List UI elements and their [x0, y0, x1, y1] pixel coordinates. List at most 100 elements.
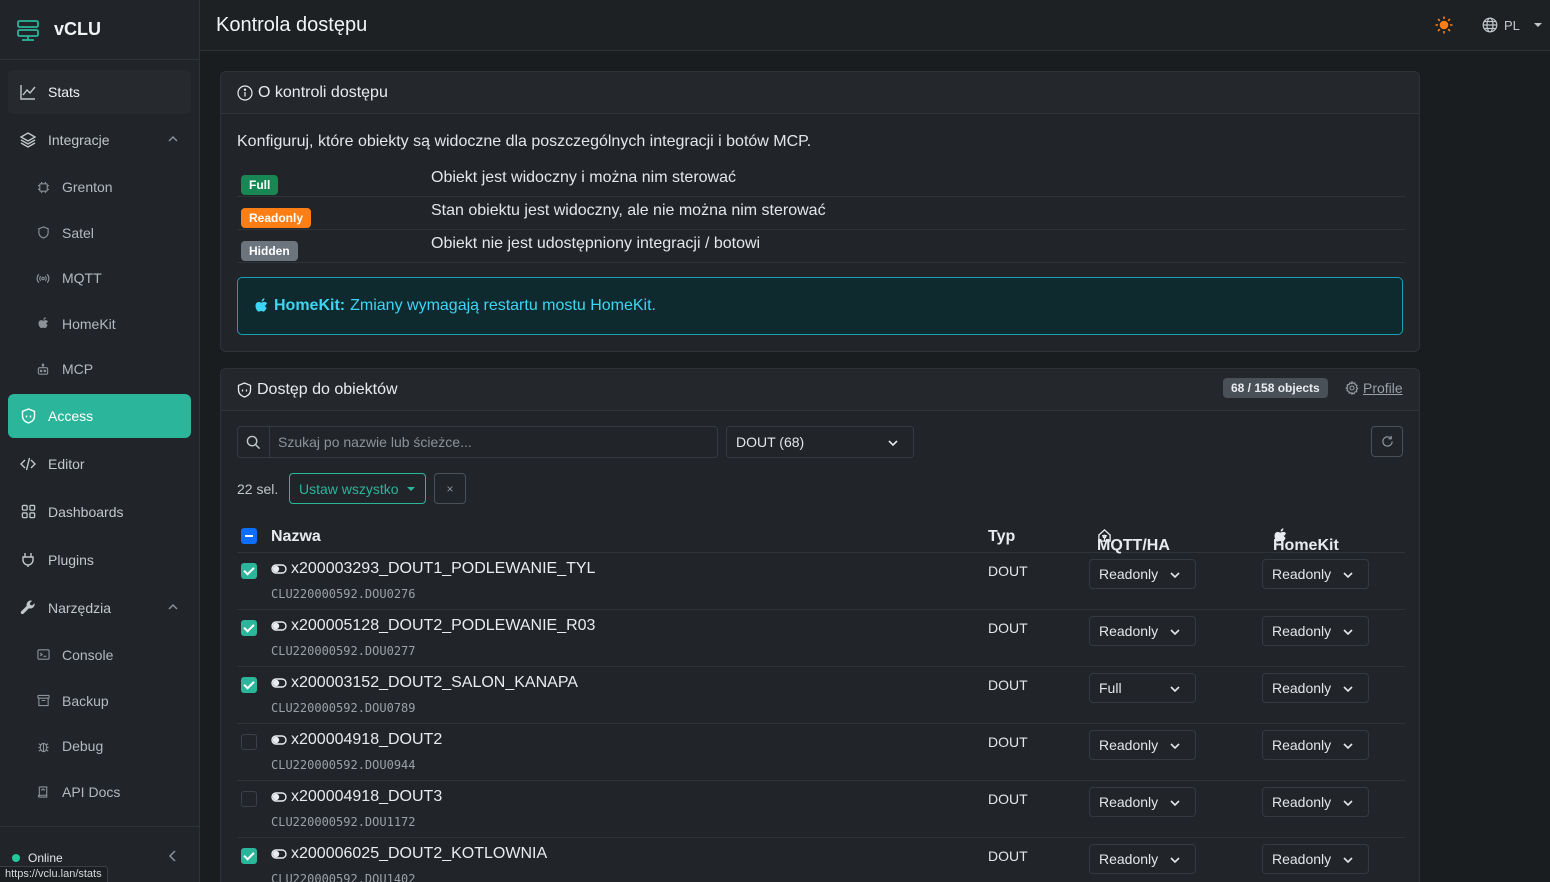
- select-all-checkbox[interactable]: [241, 528, 257, 544]
- homekit-access-select[interactable]: Readonly: [1262, 730, 1369, 760]
- sidebar-item-editor[interactable]: Editor: [8, 442, 191, 486]
- object-name: x200003293_DOUT1_PODLEWANIE_TYL: [271, 560, 595, 578]
- column-header-homekit: HomeKit: [1273, 528, 1339, 554]
- homekit-access-select[interactable]: Readonly: [1262, 559, 1369, 589]
- table-header: Nazwa Typ MQTT/HA HomeKit: [237, 519, 1405, 554]
- chart-line-icon: [20, 84, 36, 100]
- homekit-access-select[interactable]: Readonly: [1262, 616, 1369, 646]
- sun-icon[interactable]: [1434, 15, 1454, 35]
- sidebar-item-label: MQTT: [62, 270, 102, 287]
- column-header-type: Typ: [988, 528, 1016, 545]
- homekit-access-select[interactable]: Readonly: [1262, 673, 1369, 703]
- bug-icon: [36, 739, 50, 753]
- mqtt-access-select[interactable]: Readonly: [1089, 844, 1196, 874]
- object-type: DOUT: [988, 734, 1028, 750]
- sidebar-item-label: Plugins: [48, 551, 94, 568]
- sidebar-item-label: Narzędzia: [48, 599, 112, 616]
- sidebar-item-homekit[interactable]: HomeKit: [8, 303, 191, 345]
- sidebar-item-stats[interactable]: Stats: [8, 70, 191, 114]
- language-selector[interactable]: PL: [1482, 17, 1542, 33]
- access-level-row: Full Obiekt jest widoczny i można nim st…: [237, 164, 1405, 197]
- sidebar-item-label: Satel: [62, 224, 94, 241]
- chevron-down-icon: [1170, 686, 1180, 693]
- mqtt-access-select[interactable]: Readonly: [1089, 787, 1196, 817]
- chevron-down-icon: [1343, 629, 1353, 636]
- sidebar-item-debug[interactable]: Debug: [8, 725, 191, 767]
- sidebar-item-label: Console: [62, 646, 114, 663]
- sidebar-group-tools[interactable]: Narzędzia: [8, 586, 191, 630]
- sidebar-item-grenton[interactable]: Grenton: [8, 166, 191, 208]
- row-checkbox[interactable]: [241, 734, 257, 750]
- sidebar-item-label: Access: [48, 407, 94, 424]
- homekit-access-value: Readonly: [1272, 566, 1332, 582]
- type-filter-select[interactable]: DOUT (68): [726, 426, 914, 458]
- sidebar-item-satel[interactable]: Satel: [8, 212, 191, 254]
- toggle-icon: [271, 621, 287, 631]
- access-levels-table: Full Obiekt jest widoczny i można nim st…: [237, 164, 1405, 263]
- mqtt-access-select[interactable]: Full: [1089, 673, 1196, 703]
- gear-icon: [1345, 381, 1359, 395]
- terminal-icon: [36, 648, 50, 662]
- object-count-badge: 68 / 158 objects: [1223, 378, 1328, 398]
- set-all-dropdown-button[interactable]: Ustaw wszystko: [289, 473, 426, 504]
- clear-selection-button[interactable]: ×: [434, 473, 466, 504]
- chevron-down-icon: [1343, 743, 1353, 750]
- toggle-icon: [271, 849, 287, 859]
- chevron-down-icon: [888, 440, 898, 447]
- readonly-badge: Readonly: [241, 208, 312, 228]
- selection-count: 22 sel.: [237, 481, 279, 497]
- table-row: x200003293_DOUT1_PODLEWANIE_TYL CLU22000…: [237, 553, 1405, 610]
- layers-icon: [20, 132, 36, 148]
- profile-link-label: Profile: [1363, 380, 1403, 396]
- sidebar-item-plugins[interactable]: Plugins: [8, 538, 191, 582]
- object-path: CLU220000592.DOU0276: [271, 587, 416, 601]
- refresh-button[interactable]: [1371, 426, 1403, 457]
- shield-check-icon: [20, 408, 36, 424]
- mqtt-access-value: Readonly: [1099, 566, 1159, 582]
- homekit-access-select[interactable]: Readonly: [1262, 787, 1369, 817]
- search-icon: [238, 427, 270, 457]
- mqtt-access-select[interactable]: Readonly: [1089, 730, 1196, 760]
- sidebar-item-api-docs[interactable]: API Docs: [8, 771, 191, 813]
- sidebar-group-integrations[interactable]: Integracje: [8, 118, 191, 162]
- chevron-down-icon: [1343, 686, 1353, 693]
- collapse-sidebar-chevron-left-icon[interactable]: [166, 849, 180, 863]
- row-checkbox[interactable]: [241, 620, 257, 636]
- row-checkbox[interactable]: [241, 677, 257, 693]
- sidebar-item-access[interactable]: Access: [8, 393, 191, 438]
- mqtt-access-select[interactable]: Readonly: [1089, 616, 1196, 646]
- column-header-mqtt: MQTT/HA: [1097, 528, 1170, 554]
- homekit-access-value: Readonly: [1272, 623, 1332, 639]
- sidebar-item-label: Editor: [48, 455, 85, 472]
- sidebar-item-label: Grenton: [62, 179, 113, 195]
- homekit-access-select[interactable]: Readonly: [1262, 844, 1369, 874]
- search-input[interactable]: [270, 427, 717, 457]
- access-level-row: Readonly Stan obiektu jest widoczny, ale…: [237, 197, 1405, 230]
- access-level-row: Hidden Obiekt nie jest udostępniony inte…: [237, 230, 1405, 263]
- object-path: CLU220000592.DOU0944: [271, 758, 416, 772]
- globe-icon: [1482, 17, 1498, 33]
- sidebar-item-console[interactable]: Console: [8, 634, 191, 676]
- object-name-label: x200004918_DOUT2: [291, 731, 443, 748]
- mqtt-access-select[interactable]: Readonly: [1089, 559, 1196, 589]
- sidebar-item-mqtt[interactable]: MQTT: [8, 257, 191, 299]
- chevron-down-icon: [1343, 857, 1353, 864]
- sidebar-item-mcp[interactable]: MCP: [8, 348, 191, 390]
- brand[interactable]: vCLU: [0, 0, 199, 60]
- level-description: Stan obiektu jest widoczny, ale nie możn…: [431, 202, 826, 219]
- mqtt-access-value: Readonly: [1099, 737, 1159, 753]
- shield-icon: [36, 226, 50, 240]
- sidebar-item-backup[interactable]: Backup: [8, 680, 191, 722]
- profile-link[interactable]: Profile: [1345, 380, 1403, 396]
- topbar: Kontrola dostępu PL: [200, 0, 1550, 51]
- row-checkbox[interactable]: [241, 563, 257, 579]
- row-checkbox[interactable]: [241, 791, 257, 807]
- row-checkbox[interactable]: [241, 848, 257, 864]
- alert-text: Zmiany wymagają restartu mostu HomeKit.: [350, 297, 656, 314]
- object-name-label: x200003152_DOUT2_SALON_KANAPA: [291, 674, 578, 691]
- table-row: x200005128_DOUT2_PODLEWANIE_R03 CLU22000…: [237, 610, 1405, 667]
- chevron-up-icon: [168, 136, 178, 142]
- set-all-label: Ustaw wszystko: [299, 480, 399, 497]
- objects-table: Nazwa Typ MQTT/HA HomeKit x200003293_DOU…: [237, 519, 1405, 882]
- sidebar-item-dashboards[interactable]: Dashboards: [8, 490, 191, 534]
